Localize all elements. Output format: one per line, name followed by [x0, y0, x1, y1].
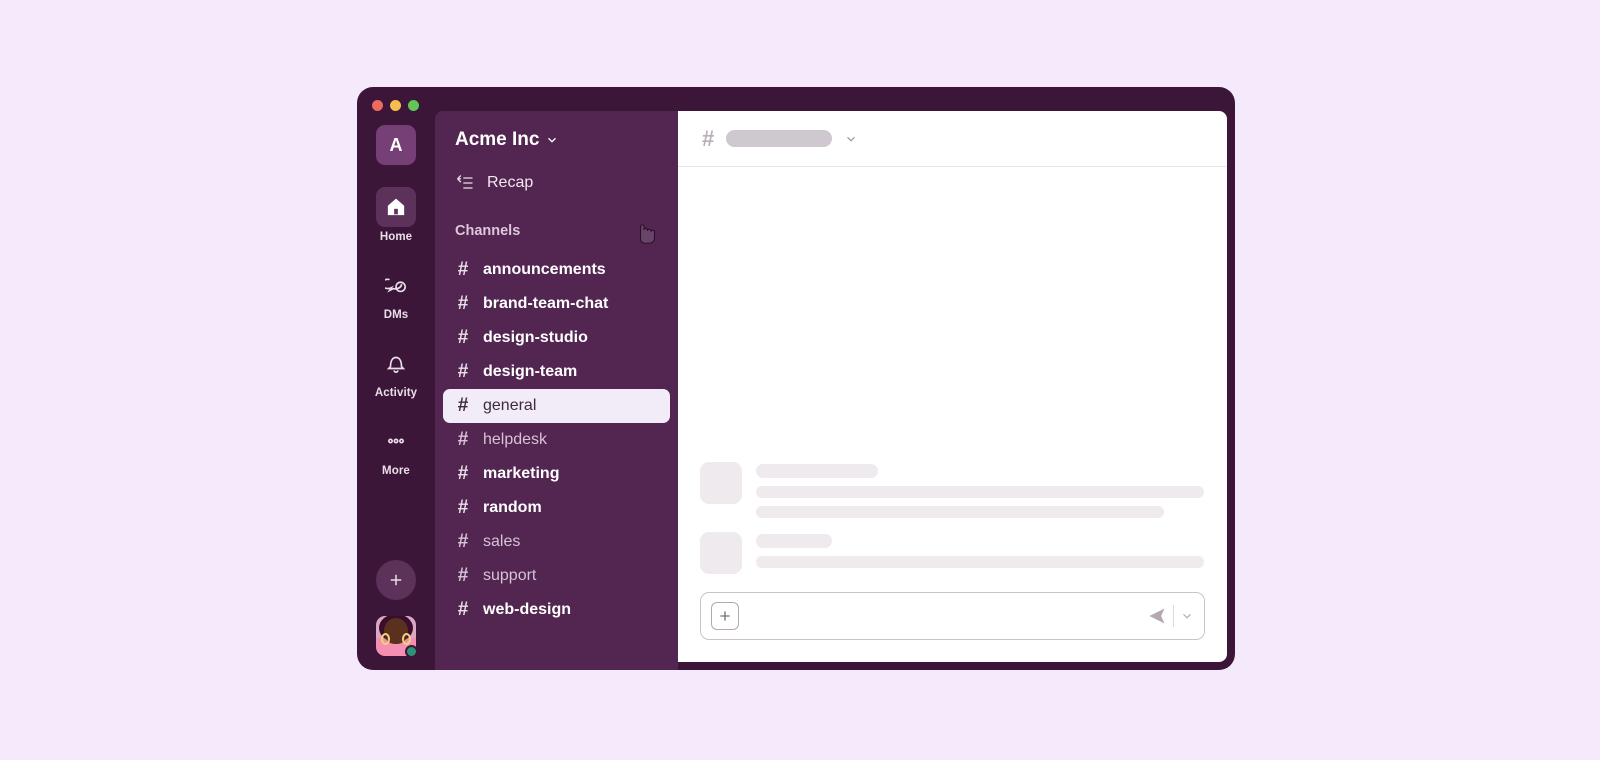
hash-icon: # [455, 531, 471, 553]
create-new-button[interactable] [376, 560, 416, 600]
hash-icon: # [455, 395, 471, 417]
channel-label: design-studio [483, 329, 588, 347]
send-icon[interactable] [1147, 606, 1167, 626]
channel-helpdesk[interactable]: # helpdesk [443, 423, 670, 457]
hash-icon: # [455, 327, 471, 349]
channel-label: helpdesk [483, 431, 547, 449]
channel-random[interactable]: # random [443, 491, 670, 525]
channel-label: marketing [483, 465, 559, 483]
recap-icon [455, 173, 475, 193]
window-zoom-button[interactable] [408, 100, 419, 111]
cursor-pointer-icon [630, 217, 658, 245]
channel-label: sales [483, 533, 520, 551]
channel-design-team[interactable]: # design-team [443, 355, 670, 389]
channel-marketing[interactable]: # marketing [443, 457, 670, 491]
hash-icon: # [455, 599, 471, 621]
nav-home-label: Home [380, 231, 412, 243]
channel-sidebar: Acme Inc Recap Channels # announcements # b… [435, 111, 678, 670]
channel-label: design-team [483, 363, 577, 381]
window-close-button[interactable] [372, 100, 383, 111]
hash-icon: # [702, 126, 714, 152]
channel-brand-team-chat[interactable]: # brand-team-chat [443, 287, 670, 321]
channel-label: brand-team-chat [483, 295, 608, 313]
hash-icon: # [455, 497, 471, 519]
channel-label: web-design [483, 601, 571, 619]
channel-label: random [483, 499, 542, 517]
recap-link[interactable]: Recap [435, 165, 678, 207]
plus-icon [387, 571, 405, 589]
nav-more-label: More [382, 465, 410, 477]
nav-activity[interactable]: Activity [357, 343, 435, 399]
channel-label: general [483, 397, 536, 415]
nav-activity-label: Activity [375, 387, 417, 399]
chevron-down-icon [545, 133, 559, 147]
more-icon [385, 430, 407, 452]
home-icon [385, 196, 407, 218]
workspace-name: Acme Inc [455, 129, 539, 151]
window-minimize-button[interactable] [390, 100, 401, 111]
dms-icon [385, 274, 407, 296]
channel-label: support [483, 567, 536, 585]
recap-label: Recap [487, 174, 533, 192]
nav-dms[interactable]: DMs [357, 265, 435, 321]
channel-general[interactable]: # general [443, 389, 670, 423]
channel-announcements[interactable]: # announcements [443, 253, 670, 287]
hash-icon: # [455, 259, 471, 281]
chevron-down-icon[interactable] [1180, 609, 1194, 623]
hash-icon: # [455, 361, 471, 383]
message-placeholder [700, 462, 1205, 518]
channel-list: # announcements # brand-team-chat # design-st… [435, 251, 678, 627]
channels-header-label: Channels [455, 223, 520, 239]
nav-home[interactable]: Home [357, 187, 435, 243]
channels-section-header[interactable]: Channels [435, 207, 678, 251]
user-avatar[interactable] [376, 616, 416, 656]
composer-attach-button[interactable] [711, 602, 739, 630]
channel-sales[interactable]: # sales [443, 525, 670, 559]
conversation-pane: # [678, 111, 1227, 662]
channel-support[interactable]: # support [443, 559, 670, 593]
nav-rail: A Home DMs Activity [357, 111, 435, 670]
chevron-down-icon [844, 132, 858, 146]
slack-window: A Home DMs Activity [357, 87, 1235, 670]
bell-icon [385, 352, 407, 374]
workspace-menu[interactable]: Acme Inc [435, 123, 678, 165]
presence-indicator [405, 645, 418, 658]
window-titlebar [357, 87, 1235, 111]
nav-more[interactable]: More [357, 421, 435, 477]
channel-design-studio[interactable]: # design-studio [443, 321, 670, 355]
message-list [678, 167, 1227, 586]
channel-header[interactable]: # [678, 111, 1227, 167]
channel-title-placeholder [726, 130, 832, 147]
plus-icon [717, 608, 733, 624]
hash-icon: # [455, 293, 471, 315]
message-composer[interactable] [700, 592, 1205, 640]
channel-label: announcements [483, 261, 606, 279]
avatar-placeholder [700, 462, 742, 504]
channel-web-design[interactable]: # web-design [443, 593, 670, 627]
nav-dms-label: DMs [384, 309, 409, 321]
hash-icon: # [455, 463, 471, 485]
message-placeholder [700, 532, 1205, 574]
workspace-switcher[interactable]: A [376, 125, 416, 165]
hash-icon: # [455, 565, 471, 587]
hash-icon: # [455, 429, 471, 451]
avatar-placeholder [700, 532, 742, 574]
